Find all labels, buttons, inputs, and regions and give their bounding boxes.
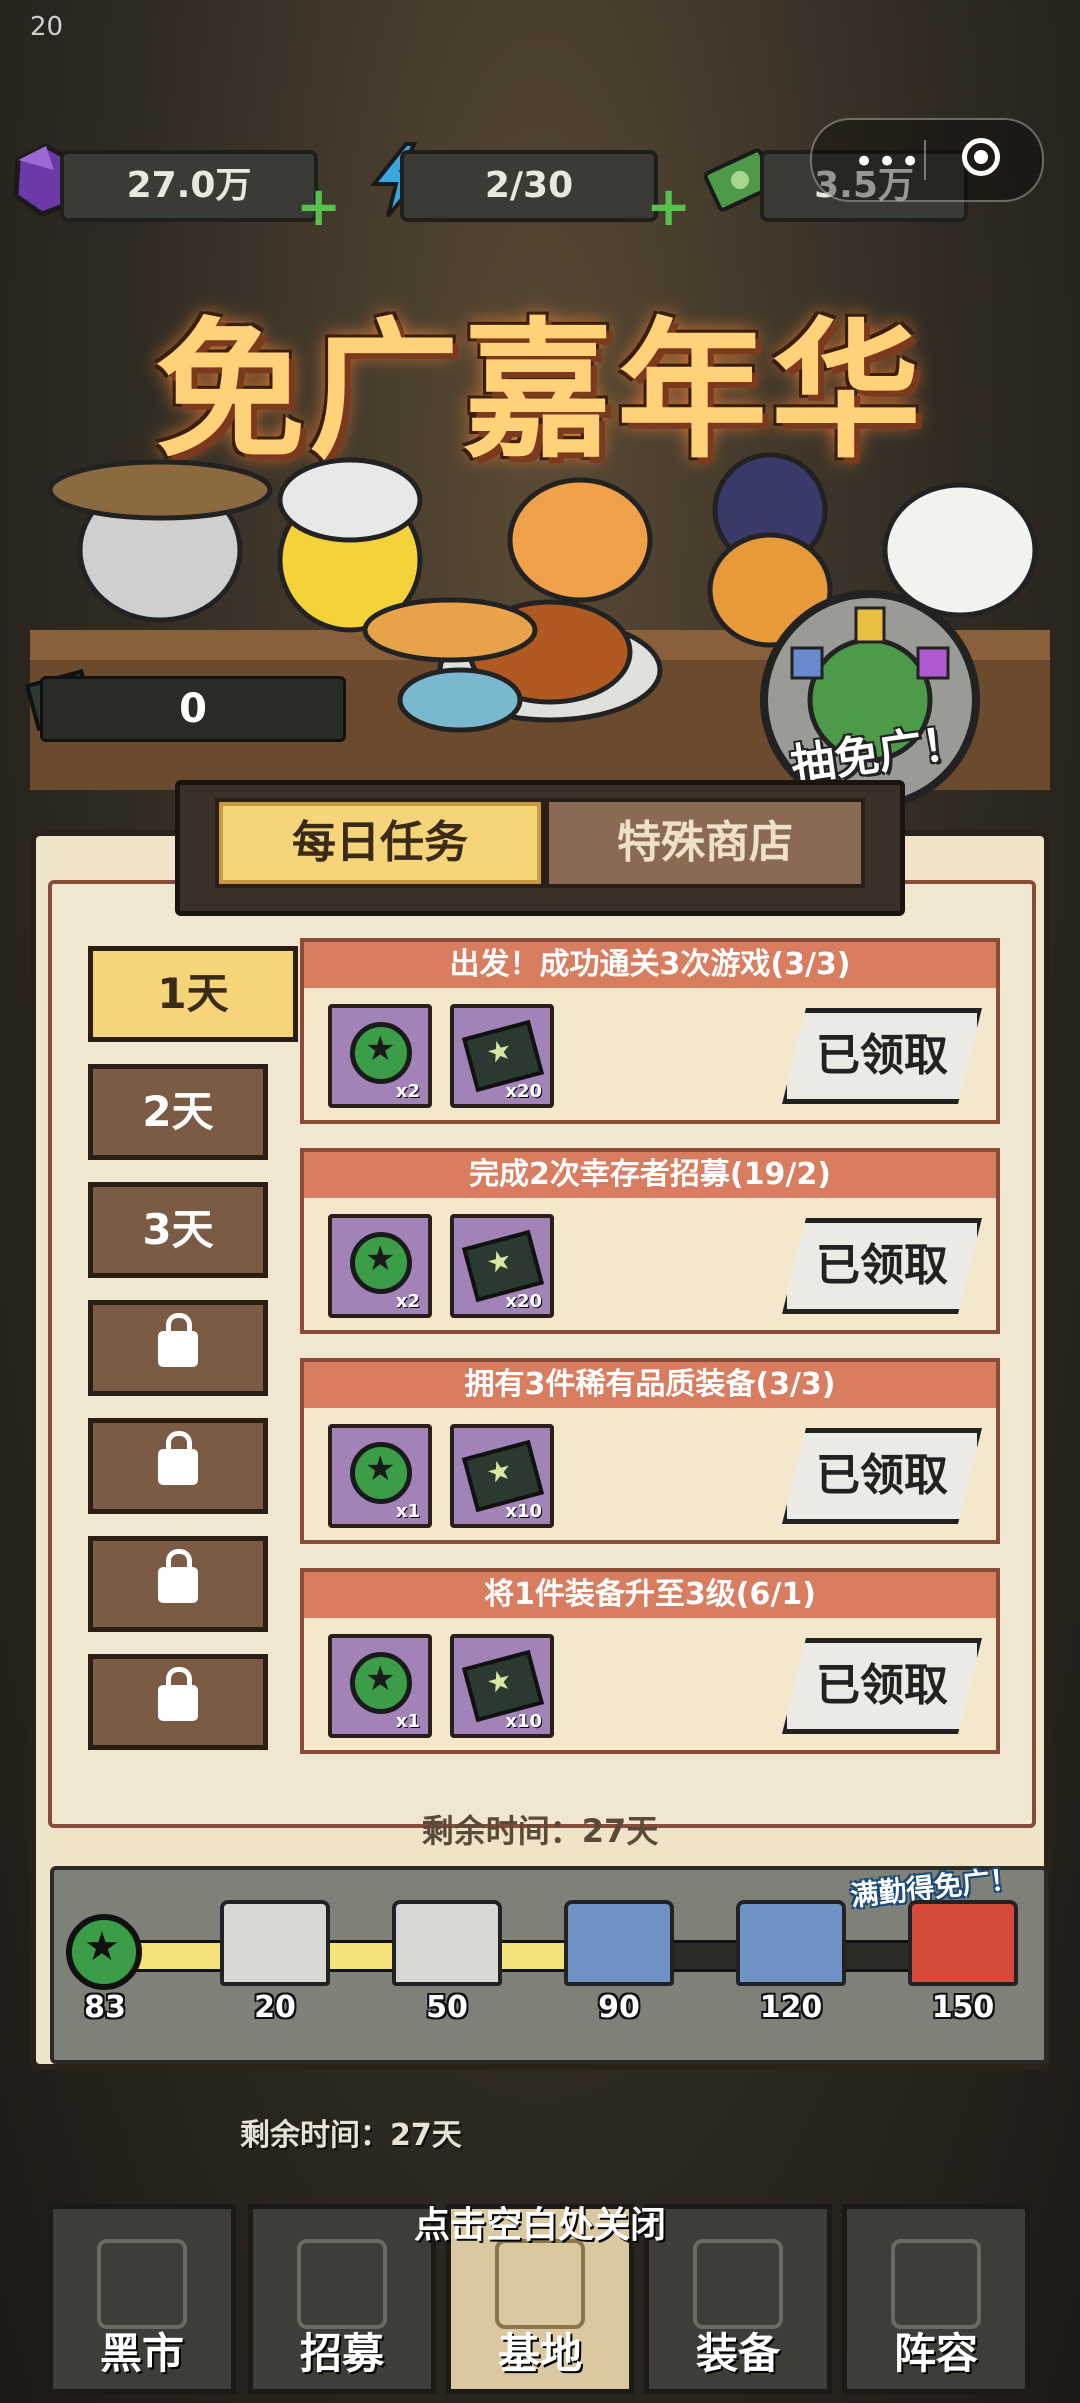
add-gems-button[interactable]: +: [296, 180, 341, 234]
reward-count: x1: [395, 1501, 420, 1522]
more-icon[interactable]: •••: [854, 142, 923, 182]
close-target-icon[interactable]: [962, 138, 1000, 176]
day-tab-5[interactable]: [88, 1418, 268, 1514]
tab-special-shop[interactable]: 特殊商店: [545, 798, 865, 888]
task-title: 出发！成功通关3次游戏(3/3): [304, 942, 996, 988]
task-title: 将1件装备升至3级(6/1): [304, 1572, 996, 1618]
background-remaining-time: 剩余时间：27天: [240, 2118, 462, 2153]
nav-label: 黑市: [99, 2329, 184, 2378]
day-label: 2天: [142, 1087, 214, 1136]
milestone-chest-50[interactable]: [392, 1900, 502, 1986]
milestone-chest-150[interactable]: [908, 1900, 1018, 1986]
chip-icon: [350, 1022, 412, 1084]
milestone-label: 20: [254, 1990, 296, 2025]
reward-count: x20: [505, 1291, 542, 1312]
task-card: 拥有3件稀有品质装备(3/3) x1 x10 已领取: [300, 1358, 1000, 1544]
capsule-divider: [924, 140, 926, 180]
reward-count: x1: [395, 1711, 420, 1732]
progress-fill: [110, 1940, 595, 1972]
remaining-time: 剩余时间：27天: [421, 1812, 659, 1850]
reward-chip[interactable]: x1: [328, 1424, 432, 1528]
task-card: 完成2次幸存者招募(19/2) x2 x20 已领取: [300, 1148, 1000, 1334]
base-icon: [495, 2239, 585, 2329]
milestone-label: 90: [598, 1990, 640, 2025]
nav-label: 装备: [695, 2329, 780, 2378]
task-card: 将1件装备升至3级(6/1) x1 x10 已领取: [300, 1568, 1000, 1754]
claimed-button[interactable]: 已领取: [782, 1428, 982, 1524]
chip-icon: [66, 1914, 142, 1990]
nav-label: 基地: [497, 2329, 582, 2378]
tab-daily-tasks[interactable]: 每日任务: [215, 798, 545, 888]
reward-count: x10: [505, 1501, 542, 1522]
status-time: 20: [30, 12, 64, 42]
reward-chip[interactable]: x2: [328, 1214, 432, 1318]
day-tab-6[interactable]: [88, 1536, 268, 1632]
task-title: 完成2次幸存者招募(19/2): [304, 1152, 996, 1198]
milestone-chest-120[interactable]: [736, 1900, 846, 1986]
lock-icon: [158, 1549, 198, 1603]
task-title: 拥有3件稀有品质装备(3/3): [304, 1362, 996, 1408]
task-card: 出发！成功通关3次游戏(3/3) x2 x20 已领取: [300, 938, 1000, 1124]
day-tab-3[interactable]: 3天: [88, 1182, 268, 1278]
day-tab-7[interactable]: [88, 1654, 268, 1750]
reward-count: x2: [395, 1291, 420, 1312]
reward-count: x10: [505, 1711, 542, 1732]
lock-icon: [158, 1431, 198, 1485]
gem-count: 27.0万: [60, 150, 318, 222]
claimed-button[interactable]: 已领取: [782, 1008, 982, 1104]
reward-ticket[interactable]: x20: [450, 1004, 554, 1108]
day-label: 3天: [142, 1205, 214, 1254]
reward-ticket[interactable]: x20: [450, 1214, 554, 1318]
milestone-chest-90[interactable]: [564, 1900, 674, 1986]
reward-count: x2: [395, 1081, 420, 1102]
day-label: 1天: [157, 969, 229, 1018]
reward-ticket[interactable]: x10: [450, 1634, 554, 1738]
reward-chip[interactable]: x2: [328, 1004, 432, 1108]
milestone-label: 150: [931, 1990, 995, 2025]
black-market-icon: [97, 2239, 187, 2329]
reward-ticket[interactable]: x10: [450, 1424, 554, 1528]
lock-icon: [158, 1313, 198, 1367]
chip-icon: [350, 1232, 412, 1294]
milestone-chest-20[interactable]: [220, 1900, 330, 1986]
energy-count: 2/30: [400, 150, 658, 222]
lineup-icon: [891, 2239, 981, 2329]
current-points: 83: [84, 1990, 126, 2025]
equipment-icon: [693, 2239, 783, 2329]
add-energy-button[interactable]: +: [646, 180, 691, 234]
milestone-label: 50: [426, 1990, 468, 2025]
milestone-label: 120: [759, 1990, 823, 2025]
claimed-button[interactable]: 已领取: [782, 1218, 982, 1314]
close-hint[interactable]: 点击空白处关闭: [0, 2196, 1080, 2248]
reward-chip[interactable]: x1: [328, 1634, 432, 1738]
claimed-button[interactable]: 已领取: [782, 1638, 982, 1734]
reward-count: x20: [505, 1081, 542, 1102]
chip-icon: [350, 1442, 412, 1504]
recruit-card-icon: [297, 2239, 387, 2329]
day-tab-1[interactable]: 1天: [88, 946, 298, 1042]
lock-icon: [158, 1667, 198, 1721]
day-tab-2[interactable]: 2天: [88, 1064, 268, 1160]
nav-label: 阵容: [893, 2329, 978, 2378]
nav-label: 招募: [299, 2329, 384, 2378]
day-tab-4[interactable]: [88, 1300, 268, 1396]
chip-icon: [350, 1652, 412, 1714]
mini-program-capsule[interactable]: •••: [810, 118, 1044, 202]
ad-ticket-counter: 0: [40, 676, 346, 742]
